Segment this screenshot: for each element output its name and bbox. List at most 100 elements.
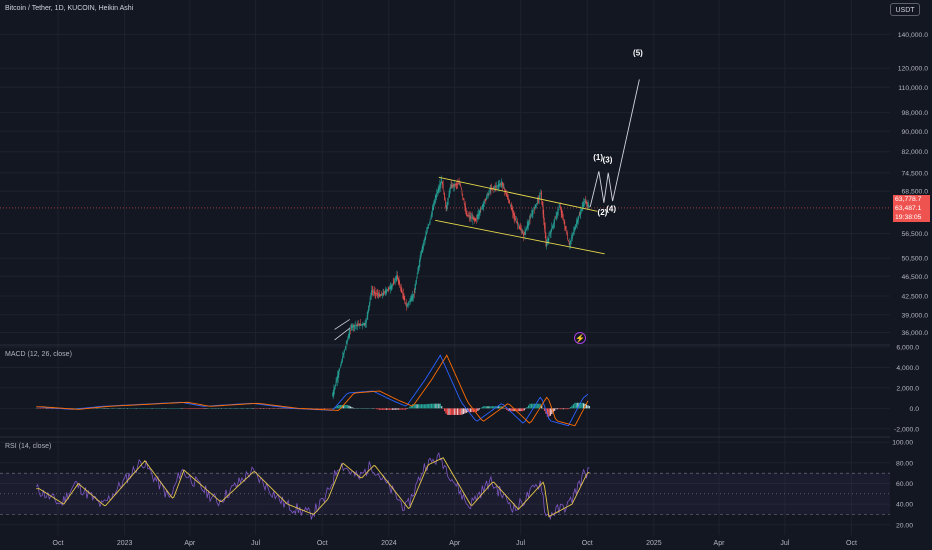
candle-body [365,322,367,326]
macd-pane[interactable] [35,354,591,427]
candle-body [368,302,370,308]
candle-body [452,185,453,187]
candle-body [500,183,502,186]
candle-body [526,225,528,229]
candle-body [344,349,346,352]
candle-body [340,363,342,366]
price-tick-label: 42,500.0 [902,294,929,301]
candle-body [576,220,578,225]
macd-histogram-bar [352,407,354,409]
candle-body [515,218,516,221]
candle-body [423,242,424,246]
price-tick-label: 36,000.0 [902,330,929,337]
candle-body [525,230,527,231]
candle-body [384,291,386,293]
candle-body [548,235,550,241]
currency-badge[interactable]: USDT [890,3,920,16]
macd-histogram-bar [559,408,562,410]
candle-body [508,200,510,202]
macd-label[interactable]: MACD (12, 26, close) [5,351,72,358]
candle-body [553,222,555,224]
candle-body [581,208,582,211]
candle-body [545,236,547,246]
macd-tick-label: -2,000.0 [894,426,919,433]
candle-body [413,292,415,295]
candle-body [583,201,585,203]
candle-body [539,194,541,197]
macd-histogram-bar [499,406,501,409]
macd-histogram-bar [381,408,383,410]
x-tick-label: Oct [846,540,857,547]
candle-body [439,184,440,190]
candle-body [510,205,511,206]
candle-body [539,195,540,199]
candle-body [551,227,553,232]
candle-body [557,210,559,212]
macd-histogram-bar [375,408,378,410]
candle-body [398,279,400,284]
macd-histogram-bar [192,408,194,409]
candle-body [519,226,521,229]
candle-body [392,284,393,286]
macd-histogram-bar [510,408,512,412]
candle-body [414,288,416,294]
flash-icon[interactable]: ⚡ [574,332,586,344]
price-tick-label: 50,500.0 [902,256,929,263]
candle-body [544,222,545,229]
candle-body [413,293,414,297]
macd-histogram-bar [536,403,538,409]
candle-body [564,222,566,228]
candle-body [356,324,358,327]
candle-body [430,217,432,219]
candle-body [476,219,477,220]
macd-histogram-bar [336,405,339,409]
x-tick-label: Apr [184,540,196,547]
candle-body [497,185,498,187]
candle-body [583,202,584,207]
candle-body [460,184,461,186]
candle-body [478,213,479,217]
x-tick-label: 2023 [117,540,133,547]
candle-body [423,240,425,243]
candle-body [501,183,503,184]
candle-body [363,323,364,326]
candle-body [546,242,548,247]
candle-body [532,210,534,215]
candle-body [347,338,348,342]
x-tick-label: Apr [714,540,726,547]
macd-histogram-bar [491,406,493,409]
macd-histogram-bar [402,408,404,410]
macd-histogram-bar [567,408,569,410]
candle-body [390,285,392,289]
candle-body [534,205,536,210]
candle-body [577,219,579,221]
macd-histogram-bar [197,408,200,409]
candle-body [389,287,390,290]
candle-body [549,235,550,236]
macd-histogram-bar [428,403,430,409]
candle-body [463,201,465,204]
macd-histogram-bar [588,406,591,409]
candle-body [485,198,487,200]
candle-body [337,373,339,378]
candle-body [332,392,334,397]
chart-canvas[interactable]: (1)(2)(3)(4)(5) Oct 2023 Apr Jul Oct 2024 Apr J… [0,0,932,550]
macd-histogram-bar [387,408,389,410]
macd-histogram-bar [526,407,528,409]
candle-body [355,325,357,326]
wave-label: (4) [606,204,616,213]
macd-histogram-bar [478,408,480,410]
macd-histogram-bar [569,407,572,409]
rsi-tick-label: 20.00 [896,522,913,529]
macd-histogram-bar [549,408,551,416]
candle-body [420,253,422,260]
candle-body [555,216,557,218]
rsi-label[interactable]: RSI (14, close) [5,443,51,450]
macd-histogram-bar [448,408,450,415]
candle-body [472,217,474,220]
symbol-title[interactable]: Bitcoin / Tether, 1D, KUCOIN, Heikin Ash… [5,5,133,12]
candle-body [523,234,525,235]
candle-body [528,220,530,223]
candle-body [471,217,472,219]
candle-body [529,218,531,220]
